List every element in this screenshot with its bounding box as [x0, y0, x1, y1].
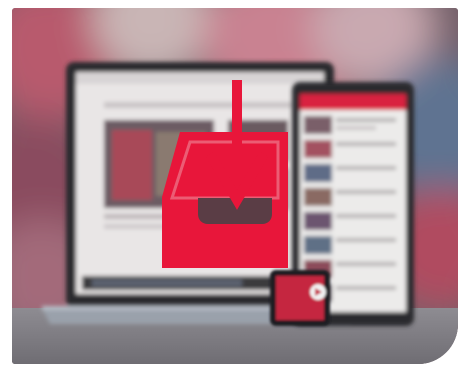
devices-scene [12, 8, 458, 364]
phone [270, 270, 330, 326]
illustration-frame [12, 8, 458, 364]
